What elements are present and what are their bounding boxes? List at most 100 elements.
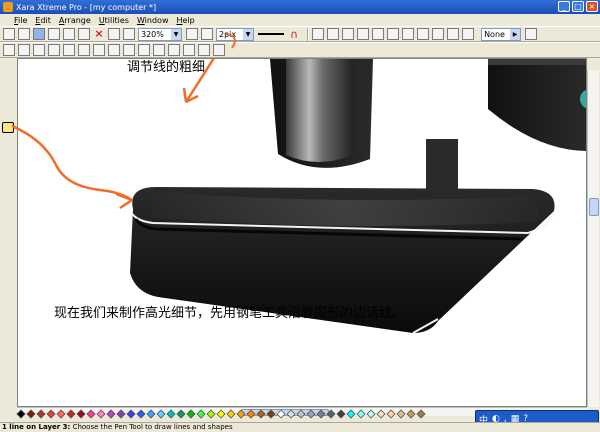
palette-swatch[interactable] <box>366 409 376 419</box>
line-width-combo[interactable]: 2pix ▼ <box>216 27 254 41</box>
live-effects-tool-icon[interactable] <box>2 266 14 277</box>
palette-swatch[interactable] <box>196 409 206 419</box>
close-button[interactable]: × <box>586 1 598 12</box>
cut-icon[interactable] <box>33 44 45 56</box>
quickshape-tool-icon[interactable] <box>2 158 14 169</box>
minimize-button[interactable]: _ <box>558 1 570 12</box>
palette-swatch[interactable] <box>126 409 136 419</box>
delete-icon[interactable]: × <box>93 28 105 40</box>
new-template-icon[interactable] <box>18 28 30 40</box>
palette-swatch[interactable] <box>396 409 406 419</box>
palette-swatch[interactable] <box>276 409 286 419</box>
export-icon[interactable] <box>78 28 90 40</box>
xara-app-icon[interactable] <box>3 2 13 12</box>
palette-swatch[interactable] <box>416 409 426 419</box>
palette-swatch[interactable] <box>46 409 56 419</box>
contour-tool-icon[interactable] <box>2 242 14 253</box>
paste-icon[interactable] <box>18 44 30 56</box>
menu-utilities[interactable]: Utilities <box>99 16 129 25</box>
align-icon[interactable] <box>108 44 120 56</box>
palette-swatch[interactable] <box>236 409 246 419</box>
bevel-tool-icon[interactable] <box>2 230 14 241</box>
menu-help[interactable]: Help <box>176 16 194 25</box>
palette-swatch[interactable] <box>336 409 346 419</box>
menu-file[interactable]: File <box>14 16 27 25</box>
palette-swatch[interactable] <box>316 409 326 419</box>
shape-editor-tool-icon[interactable] <box>2 98 14 109</box>
palette-swatch[interactable] <box>16 409 26 419</box>
palette-swatch[interactable] <box>246 409 256 419</box>
palette-swatch[interactable] <box>36 409 46 419</box>
push-tool-icon[interactable] <box>2 290 14 301</box>
clone-icon[interactable] <box>63 44 75 56</box>
palette-swatch[interactable] <box>216 409 226 419</box>
palette-swatch[interactable] <box>356 409 366 419</box>
snap-magnet-icon[interactable]: ∩ <box>290 28 298 41</box>
palette-swatch[interactable] <box>26 409 36 419</box>
rotate-icon[interactable] <box>123 44 135 56</box>
bevel-icon[interactable] <box>402 28 415 40</box>
flip-icon[interactable] <box>198 44 210 56</box>
palette-swatch[interactable] <box>206 409 216 419</box>
copy-icon[interactable] <box>3 44 15 56</box>
blend-tool-icon[interactable] <box>2 206 14 217</box>
maximize-button[interactable]: □ <box>572 1 584 12</box>
arrange-back-icon[interactable] <box>93 44 105 56</box>
ellipse-tool-icon[interactable] <box>2 146 14 157</box>
transparency-tool-icon[interactable] <box>2 194 14 205</box>
redo-icon[interactable] <box>123 28 135 40</box>
palette-swatch[interactable] <box>66 409 76 419</box>
menu-edit[interactable]: Edit <box>35 16 51 25</box>
contour-icon[interactable] <box>417 28 430 40</box>
fill-type-combo[interactable]: None ▶ <box>481 27 522 41</box>
palette-swatch[interactable] <box>166 409 176 419</box>
document-canvas[interactable] <box>17 58 587 407</box>
palette-swatch[interactable] <box>406 409 416 419</box>
chevron-down-icon[interactable]: ▼ <box>171 28 181 40</box>
print-icon[interactable] <box>48 28 60 40</box>
palette-swatch[interactable] <box>136 409 146 419</box>
selector-tool-icon[interactable] <box>2 86 14 97</box>
menu-arrange[interactable]: Arrange <box>59 16 91 25</box>
palette-swatch[interactable] <box>96 409 106 419</box>
mould-tool-icon[interactable] <box>2 218 14 229</box>
palette-swatch[interactable] <box>116 409 126 419</box>
group-icon[interactable] <box>357 28 370 40</box>
bring-to-front-icon[interactable] <box>312 28 325 40</box>
zoom-tool-icon[interactable] <box>2 302 14 313</box>
palette-swatch[interactable] <box>296 409 306 419</box>
arrange-front-icon[interactable] <box>78 44 90 56</box>
line-style-sample[interactable] <box>258 33 284 35</box>
freehand-tool-icon[interactable] <box>2 110 14 121</box>
vertical-scroll-thumb[interactable] <box>589 198 599 216</box>
rectangle-tool-icon[interactable] <box>2 134 14 145</box>
blend-icon[interactable] <box>447 28 460 40</box>
save-icon[interactable] <box>33 28 45 40</box>
undo-icon[interactable] <box>108 28 120 40</box>
chevron-right-icon[interactable]: ▶ <box>510 28 521 40</box>
shadow-icon[interactable] <box>432 28 445 40</box>
palette-swatch[interactable] <box>76 409 86 419</box>
photo-tool-icon[interactable] <box>2 278 14 289</box>
palette-swatch[interactable] <box>376 409 386 419</box>
table-icon[interactable] <box>213 44 225 56</box>
palette-swatch[interactable] <box>186 409 196 419</box>
zoom-combo[interactable]: 320% ▼ <box>138 27 182 41</box>
send-to-back-icon[interactable] <box>327 28 340 40</box>
palette-swatch[interactable] <box>286 409 296 419</box>
combine-shapes-icon[interactable] <box>342 28 355 40</box>
palette-swatch[interactable] <box>156 409 166 419</box>
palette-swatch[interactable] <box>86 409 96 419</box>
fill-tool-icon[interactable] <box>2 182 14 193</box>
palette-swatch[interactable] <box>176 409 186 419</box>
palette-swatch[interactable] <box>346 409 356 419</box>
palette-swatch[interactable] <box>226 409 236 419</box>
import-icon[interactable] <box>63 28 75 40</box>
palette-swatch[interactable] <box>146 409 156 419</box>
circle-shape-icon[interactable] <box>138 44 150 56</box>
palette-swatch[interactable] <box>386 409 396 419</box>
new-document-icon[interactable] <box>3 28 15 40</box>
chevron-down-icon[interactable]: ▼ <box>243 28 253 40</box>
menu-window[interactable]: Window <box>137 16 169 25</box>
arrange-backward-icon[interactable] <box>168 44 180 56</box>
